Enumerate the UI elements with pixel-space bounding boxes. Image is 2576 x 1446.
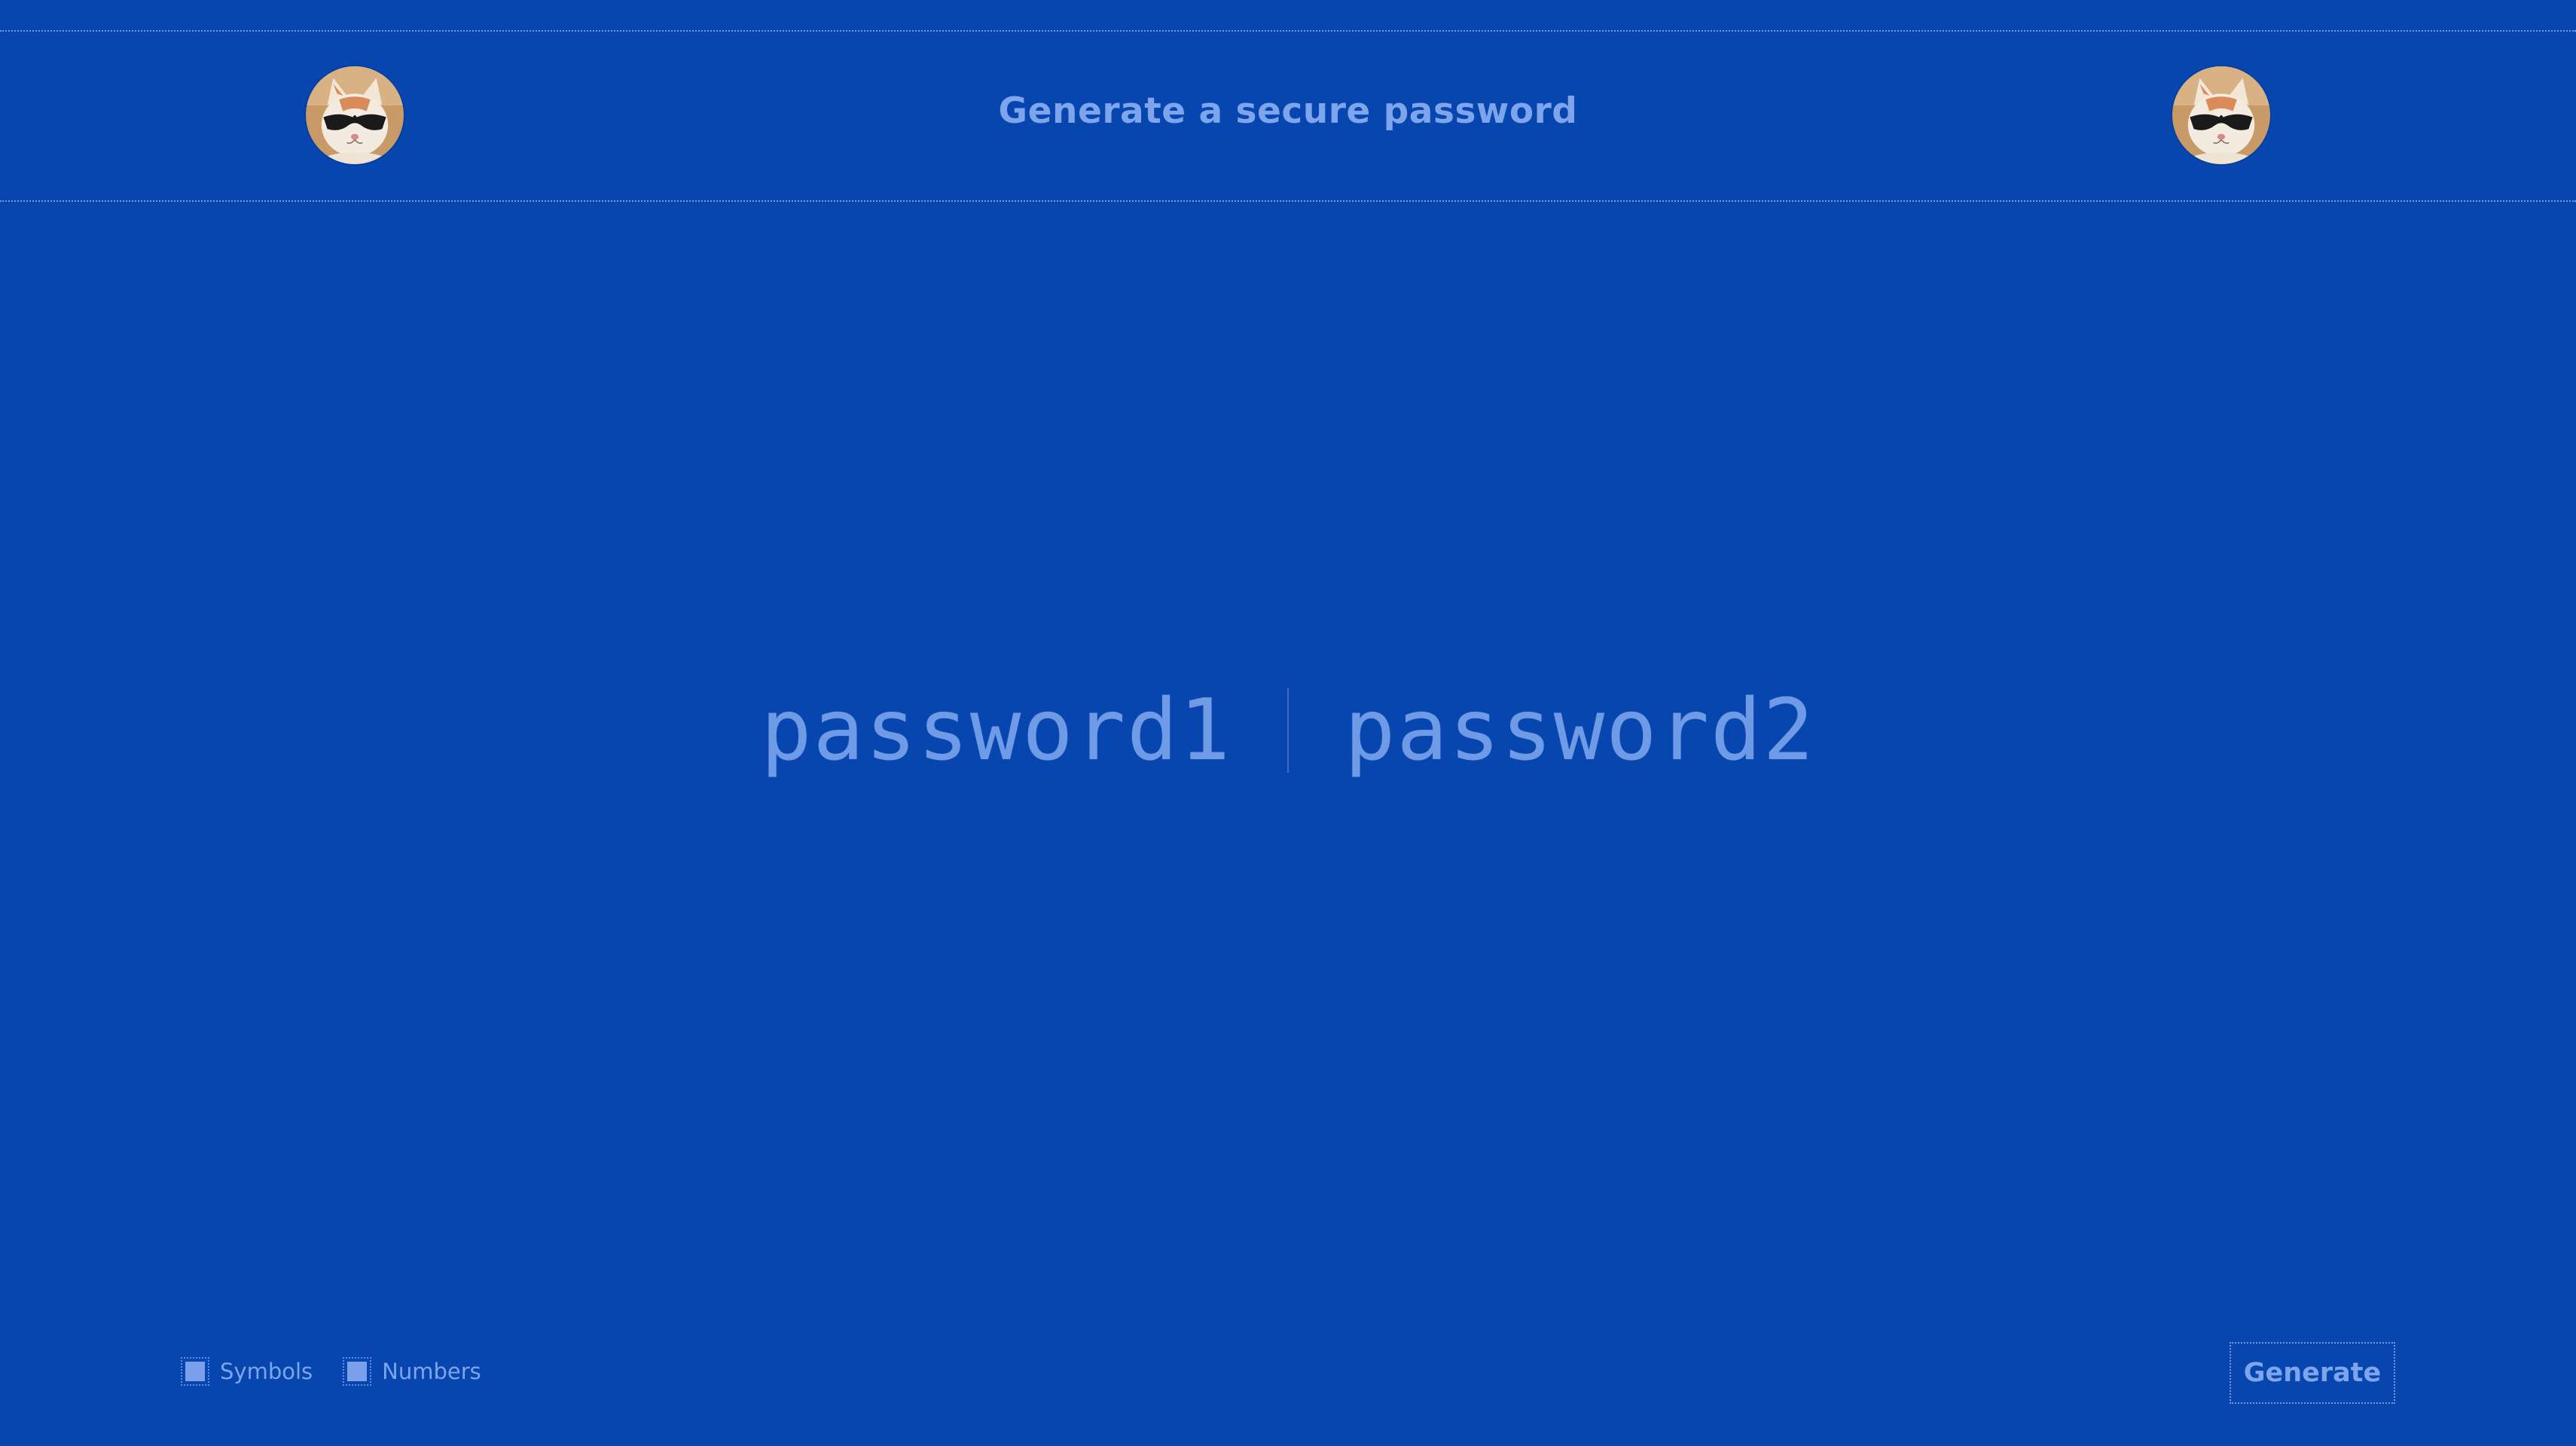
numbers-label: Numbers [382, 1359, 481, 1384]
generate-button[interactable]: Generate [2230, 1342, 2395, 1404]
header-bar: Generate a secure password [0, 32, 2576, 202]
password-output-2[interactable]: password2 [1344, 688, 1815, 773]
numbers-option[interactable]: Numbers [343, 1357, 481, 1386]
symbols-label: Symbols [220, 1359, 313, 1384]
checkbox-check-mark [347, 1362, 368, 1381]
options-group: Symbols Numbers [181, 1357, 481, 1386]
symbols-checkbox[interactable] [181, 1357, 209, 1386]
password-display: password1 password2 [0, 678, 2576, 783]
cat-sunglasses-avatar-icon [2172, 66, 2270, 164]
numbers-checkbox[interactable] [343, 1357, 372, 1386]
password-output-1[interactable]: password1 [761, 688, 1232, 773]
symbols-option[interactable]: Symbols [181, 1357, 313, 1386]
checkbox-check-mark [185, 1362, 205, 1381]
password-divider [1287, 688, 1289, 773]
avatar-right [2172, 66, 2270, 164]
